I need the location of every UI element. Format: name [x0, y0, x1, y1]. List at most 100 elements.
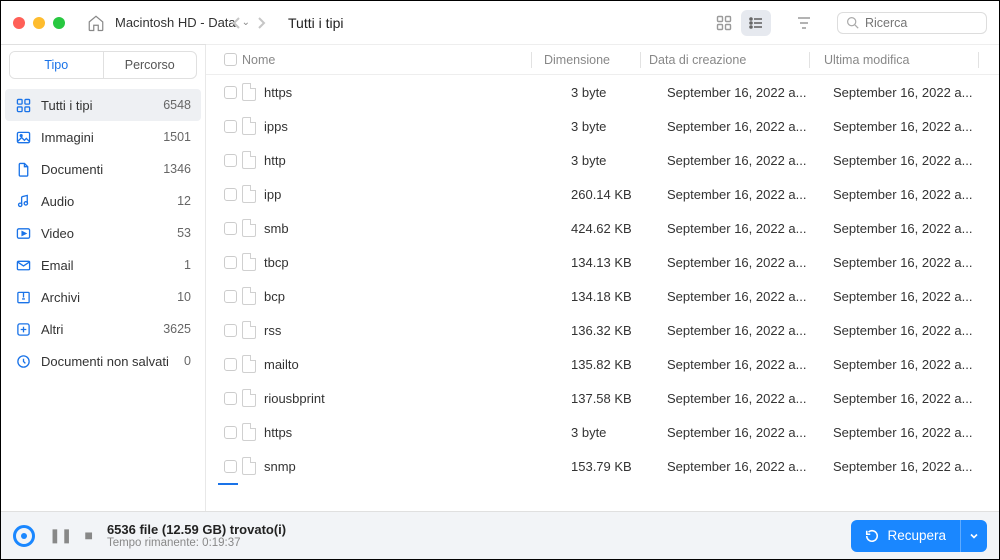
row-checkbox[interactable] [224, 120, 237, 133]
recover-button[interactable]: Recupera [851, 520, 960, 552]
nav-back-button[interactable] [232, 16, 242, 30]
view-list-button[interactable] [741, 10, 771, 36]
table-row[interactable]: smb424.62 KBSeptember 16, 2022 a...Septe… [206, 211, 999, 245]
file-size: 136.32 KB [567, 323, 667, 338]
nav-forward-button[interactable] [256, 16, 266, 30]
toolbar: Tutti i tipi [206, 1, 999, 45]
sidebar-item-all[interactable]: Tutti i tipi6548 [5, 89, 201, 121]
document-icon [15, 161, 31, 177]
window-controls [13, 17, 65, 29]
sidebar-item-video[interactable]: Video53 [1, 217, 205, 249]
maximize-window-button[interactable] [53, 17, 65, 29]
col-header-created[interactable]: Data di creazione [649, 53, 809, 67]
file-created: September 16, 2022 a... [667, 255, 827, 270]
col-header-name[interactable]: Nome [242, 53, 531, 67]
sidebar-item-images[interactable]: Immagini1501 [1, 121, 205, 153]
archive-icon [15, 289, 31, 305]
view-mode-switch [709, 10, 771, 36]
stop-scan-button[interactable]: ■ [84, 527, 92, 544]
file-created: September 16, 2022 a... [667, 323, 827, 338]
file-name: ipps [264, 119, 288, 134]
file-modified: September 16, 2022 a... [827, 425, 987, 440]
scan-progress-indicator [218, 483, 238, 485]
row-checkbox[interactable] [224, 86, 237, 99]
row-checkbox[interactable] [224, 188, 237, 201]
table-row[interactable]: mailto135.82 KBSeptember 16, 2022 a...Se… [206, 347, 999, 381]
file-icon [242, 355, 256, 373]
file-created: September 16, 2022 a... [667, 459, 827, 474]
video-icon [15, 225, 31, 241]
file-created: September 16, 2022 a... [667, 187, 827, 202]
home-icon[interactable] [87, 14, 105, 32]
file-name: ipp [264, 187, 281, 202]
sidebar-item-label: Archivi [41, 290, 80, 305]
close-window-button[interactable] [13, 17, 25, 29]
sidebar-item-other[interactable]: Altri3625 [1, 313, 205, 345]
file-size: 134.18 KB [567, 289, 667, 304]
row-checkbox[interactable] [224, 358, 237, 371]
file-icon [242, 457, 256, 475]
search-box[interactable] [837, 12, 987, 34]
table-row[interactable]: https3 byteSeptember 16, 2022 a...Septem… [206, 415, 999, 449]
sidebar: Tipo Percorso Tutti i tipi6548Immagini15… [1, 45, 206, 511]
select-all-checkbox[interactable] [224, 53, 237, 66]
file-name: smb [264, 221, 289, 236]
sidebar-item-count: 12 [177, 194, 191, 208]
sidebar-tab-path[interactable]: Percorso [104, 52, 197, 78]
grid-icon [15, 97, 31, 113]
sidebar-item-count: 10 [177, 290, 191, 304]
sidebar-item-audio[interactable]: Audio 12 [1, 185, 205, 217]
file-icon [242, 253, 256, 271]
row-checkbox[interactable] [224, 460, 237, 473]
sidebar-item-label: Audio [41, 194, 74, 209]
sidebar-item-email[interactable]: Email1 [1, 249, 205, 281]
sidebar-tab-switch: Tipo Percorso [9, 51, 197, 79]
table-row[interactable]: tbcp134.13 KBSeptember 16, 2022 a...Sept… [206, 245, 999, 279]
pause-scan-button[interactable]: ❚❚ [49, 527, 72, 544]
sidebar-item-docs[interactable]: Documenti1346 [1, 153, 205, 185]
file-modified: September 16, 2022 a... [827, 119, 987, 134]
col-header-size[interactable]: Dimensione [540, 53, 640, 67]
nav-arrows [232, 16, 266, 30]
filter-button[interactable] [789, 10, 819, 36]
table-row[interactable]: riousbprint137.58 KBSeptember 16, 2022 a… [206, 381, 999, 415]
file-created: September 16, 2022 a... [667, 357, 827, 372]
row-checkbox[interactable] [224, 324, 237, 337]
sidebar-item-label: Video [41, 226, 74, 241]
minimize-window-button[interactable] [33, 17, 45, 29]
row-checkbox[interactable] [224, 222, 237, 235]
table-row[interactable]: ipp260.14 KBSeptember 16, 2022 a...Septe… [206, 177, 999, 211]
file-icon [242, 423, 256, 441]
col-header-modified[interactable]: Ultima modifica [818, 53, 978, 67]
row-checkbox[interactable] [224, 256, 237, 269]
table-row[interactable]: bcp134.18 KBSeptember 16, 2022 a...Septe… [206, 279, 999, 313]
sidebar-item-label: Documenti [41, 162, 103, 177]
sidebar-item-archive[interactable]: Archivi 10 [1, 281, 205, 313]
file-modified: September 16, 2022 a... [827, 85, 987, 100]
recover-button-label: Recupera [887, 528, 946, 543]
file-modified: September 16, 2022 a... [827, 187, 987, 202]
file-name: mailto [264, 357, 299, 372]
row-checkbox[interactable] [224, 290, 237, 303]
file-size: 3 byte [567, 425, 667, 440]
row-checkbox[interactable] [224, 426, 237, 439]
sidebar-item-count: 1501 [163, 130, 191, 144]
sidebar-item-unsaved[interactable]: Documenti non salvati 0 [1, 345, 205, 377]
sidebar-item-label: Documenti non salvati [41, 354, 169, 369]
row-checkbox[interactable] [224, 154, 237, 167]
recover-dropdown-button[interactable] [960, 520, 987, 552]
file-icon [242, 151, 256, 169]
file-name: https [264, 85, 292, 100]
view-grid-button[interactable] [709, 10, 739, 36]
table-row[interactable]: ipps3 byteSeptember 16, 2022 a...Septemb… [206, 109, 999, 143]
scan-spinner-icon [13, 525, 35, 547]
table-row[interactable]: http3 byteSeptember 16, 2022 a...Septemb… [206, 143, 999, 177]
sidebar-item-count: 0 [184, 354, 191, 368]
table-row[interactable]: rss136.32 KBSeptember 16, 2022 a...Septe… [206, 313, 999, 347]
table-row[interactable]: https3 byteSeptember 16, 2022 a...Septem… [206, 75, 999, 109]
row-checkbox[interactable] [224, 392, 237, 405]
table-row[interactable]: snmp153.79 KBSeptember 16, 2022 a...Sept… [206, 449, 999, 483]
sidebar-tab-type[interactable]: Tipo [10, 52, 104, 78]
search-input[interactable] [865, 16, 978, 30]
file-modified: September 16, 2022 a... [827, 289, 987, 304]
